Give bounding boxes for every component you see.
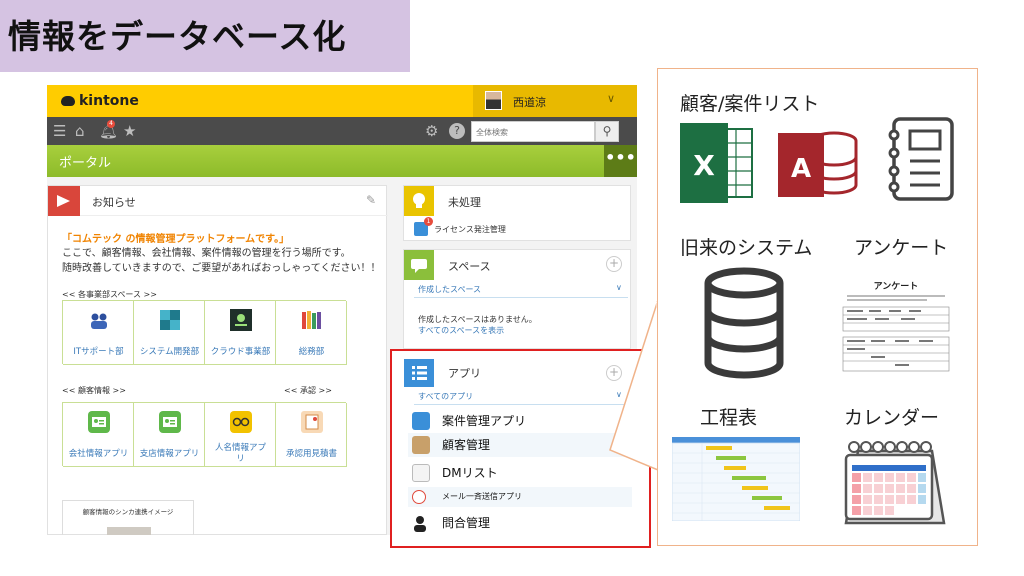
- notice-panel: お知らせ ✎ 「コムテック の情報管理プラットフォームです。」 ここで、顧客情報…: [47, 185, 388, 535]
- list-icon: [412, 412, 430, 430]
- kintone-navbar: ☰ ⌂ 🔔︎ 4 ★ ⚙ ? ⚲: [47, 117, 637, 145]
- puzzle-icon: [160, 310, 180, 330]
- legacy-system-label: 旧来のシステム: [680, 237, 813, 259]
- dept-tiles: ITサポート部 システム開発部 クラウド事業部 総務部: [62, 300, 347, 365]
- no-space-text: 作成したスペースはありません。: [418, 315, 537, 324]
- search-input[interactable]: [476, 125, 586, 139]
- search-box: [471, 121, 595, 142]
- data-sources-panel: 顧客/案件リスト X A 旧来のシステム アンケート アンケート 工程表 カレン…: [657, 68, 978, 546]
- dept-tile-it-support[interactable]: ITサポート部: [63, 301, 134, 365]
- support-person-icon: [414, 516, 426, 532]
- all-apps-toggle[interactable]: すべてのアプリ ∨: [414, 389, 630, 405]
- process-chart-label: 工程表: [700, 407, 758, 429]
- approval-section-label: << 承認 >>: [284, 386, 332, 395]
- customer-list-label: 顧客/案件リスト: [680, 93, 820, 115]
- app-tile-quote[interactable]: 承認用見積書: [276, 403, 347, 467]
- dept-tile-system-dev[interactable]: システム開発部: [134, 301, 205, 365]
- app-item-mail[interactable]: メール一斉送信アプリ: [408, 487, 632, 507]
- more-button[interactable]: •••: [604, 145, 637, 177]
- portal-title: ポータル: [59, 156, 112, 171]
- access-icon: A: [778, 131, 858, 197]
- sinka-image-card[interactable]: 顧客情報のシンカ連携イメージ: [62, 500, 194, 535]
- callout-wedge: [609, 300, 660, 472]
- contact-card-icon: [88, 411, 110, 433]
- excel-icon: X: [680, 123, 753, 203]
- unprocessed-item[interactable]: ライセンス発注管理: [434, 224, 506, 235]
- user-name: 西道涼: [513, 96, 546, 109]
- notification-badge: 4: [107, 120, 115, 128]
- app-item-customer[interactable]: 顧客管理: [408, 433, 632, 457]
- stamp-document-icon: [301, 411, 323, 433]
- svg-text:A: A: [791, 154, 811, 184]
- unprocessed-title: 未処理: [448, 196, 481, 209]
- gear-icon[interactable]: ⚙: [425, 122, 438, 140]
- app-tile-branch[interactable]: 支店情報アプリ: [134, 403, 205, 467]
- app-item-dm-list[interactable]: DMリスト: [408, 461, 632, 485]
- briefcase-icon: [412, 436, 430, 454]
- search-icon: ⚲: [602, 124, 612, 138]
- unprocessed-badge: 1: [424, 217, 433, 226]
- show-all-spaces-link[interactable]: すべてのスペースを表示: [418, 325, 504, 336]
- add-space-button[interactable]: +: [606, 256, 622, 272]
- notice-line: ここで、顧客情報、会社情報、案件情報の管理を行う場所です。: [62, 248, 351, 259]
- slide-title: 情報をデータベース化: [8, 17, 347, 56]
- contact-card-icon: [159, 411, 181, 433]
- menu-icon[interactable]: ☰: [53, 122, 66, 140]
- apps-title: アプリ: [448, 367, 481, 380]
- list-icon: [404, 359, 434, 387]
- notice-highlight: 「コムテック の情報管理プラットフォームです。」: [62, 234, 290, 245]
- slide: 情報をデータベース化 kintone 西道涼 ∨ ☰ ⌂ 🔔︎ 4 ★ ⚙ ? …: [0, 0, 1024, 576]
- survey-form-title: アンケート: [873, 282, 919, 292]
- megaphone-icon: [48, 186, 80, 216]
- user-menu[interactable]: 西道涼 ∨: [473, 85, 637, 117]
- space-card: スペース + 作成したスペース ∨ 作成したスペースはありません。 すべてのスペー…: [403, 249, 631, 349]
- kintone-logo[interactable]: kintone: [61, 93, 139, 109]
- lightbulb-icon: [404, 186, 434, 216]
- survey-form-image: アンケート: [841, 279, 951, 375]
- app-item-project[interactable]: 案件管理アプリ: [408, 409, 632, 433]
- sinka-thumbnail: [107, 527, 151, 535]
- app-tile-company[interactable]: 会社情報アプリ: [63, 403, 134, 467]
- notice-line: 随時改善していきますので、ご要望があればおっしゃってください！！: [62, 263, 381, 274]
- created-space-toggle[interactable]: 作成したスペース ∨: [414, 282, 628, 298]
- chevron-down-icon: ∨: [607, 92, 616, 105]
- kintone-logo-icon: [61, 96, 75, 106]
- app-tile-person[interactable]: 人名情報アプリ: [205, 403, 276, 467]
- avatar: [485, 91, 502, 110]
- books-icon: [302, 311, 321, 329]
- glasses-icon: [230, 411, 252, 433]
- dept-tile-general[interactable]: 総務部: [276, 301, 347, 365]
- dept-section-label: << 各事業部スペース >>: [62, 290, 157, 299]
- calendar-icon: [844, 441, 946, 525]
- gantt-chart-icon: [672, 437, 800, 521]
- svg-text:X: X: [693, 149, 715, 182]
- kintone-header: kintone 西道涼 ∨: [47, 85, 637, 117]
- chevron-down-icon: ∨: [616, 283, 622, 292]
- speech-bubble-icon: [404, 250, 434, 280]
- slide-title-banner: 情報をデータベース化: [0, 0, 410, 72]
- star-icon[interactable]: ★: [123, 122, 136, 140]
- search-button[interactable]: ⚲: [595, 121, 619, 142]
- home-icon[interactable]: ⌂: [75, 122, 85, 140]
- notice-header: お知らせ ✎: [48, 186, 388, 216]
- edit-icon[interactable]: ✎: [366, 193, 376, 207]
- people-icon: [91, 313, 107, 329]
- calendar-label: カレンダー: [844, 407, 940, 429]
- notice-title: お知らせ: [92, 196, 136, 209]
- mail-icon: [412, 490, 426, 504]
- portal-bar: ポータル •••: [47, 145, 637, 177]
- space-title: スペース: [448, 260, 491, 273]
- customer-tiles: 会社情報アプリ 支店情報アプリ 人名情報アプリ 承認用見積書: [62, 402, 347, 467]
- help-icon[interactable]: ?: [449, 123, 465, 139]
- customer-section-label: << 顧客情報 >>: [62, 386, 126, 395]
- survey-label: アンケート: [854, 237, 949, 259]
- dept-tile-cloud[interactable]: クラウド事業部: [205, 301, 276, 365]
- cloud-icon: [230, 309, 252, 331]
- unprocessed-card: 未処理 1 ライセンス発注管理: [403, 185, 631, 241]
- documents-icon: [412, 464, 430, 482]
- database-icon: [704, 267, 784, 379]
- notebook-icon: [888, 117, 954, 201]
- app-item-inquiry[interactable]: 問合管理: [408, 511, 632, 535]
